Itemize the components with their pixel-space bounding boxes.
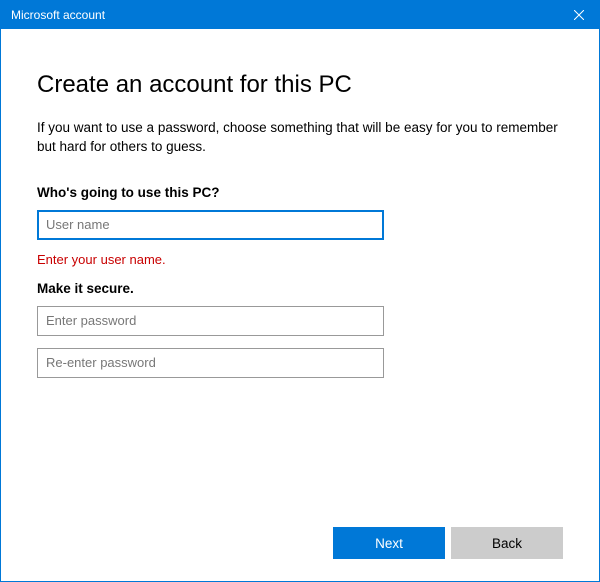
- username-input[interactable]: [37, 210, 384, 240]
- content-area: Create an account for this PC If you wan…: [1, 29, 599, 378]
- titlebar: Microsoft account: [1, 1, 599, 29]
- window-title: Microsoft account: [11, 8, 105, 22]
- back-button[interactable]: Back: [451, 527, 563, 559]
- page-title: Create an account for this PC: [37, 71, 563, 99]
- user-section-label: Who's going to use this PC?: [37, 185, 563, 200]
- username-error: Enter your user name.: [37, 252, 563, 267]
- close-button[interactable]: [559, 1, 599, 29]
- password-section-label: Make it secure.: [37, 281, 563, 296]
- next-button[interactable]: Next: [333, 527, 445, 559]
- close-icon: [574, 7, 584, 23]
- confirm-password-input[interactable]: [37, 348, 384, 378]
- password-input[interactable]: [37, 306, 384, 336]
- page-subtitle: If you want to use a password, choose so…: [37, 119, 563, 157]
- button-bar: Next Back: [333, 527, 563, 559]
